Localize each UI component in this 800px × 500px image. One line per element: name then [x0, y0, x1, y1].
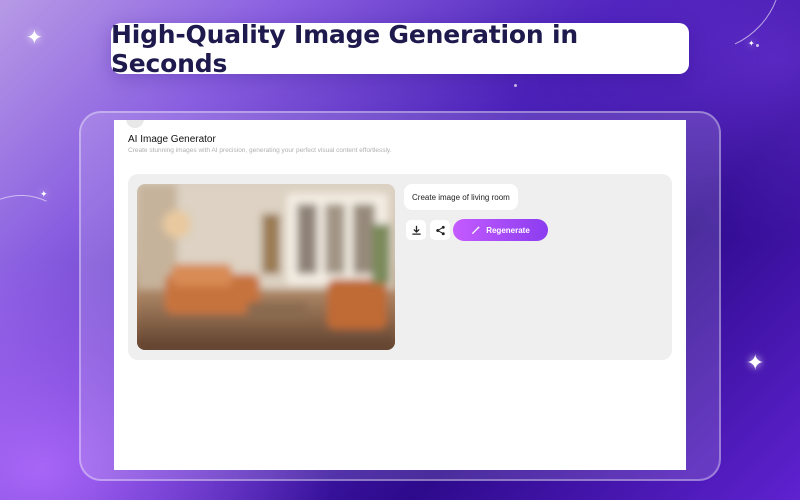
decorative-dot	[756, 44, 759, 47]
sparkle-icon: ✦	[748, 39, 755, 48]
share-button[interactable]	[430, 220, 450, 240]
generation-result-card: Create image of living room Regenerate	[128, 174, 672, 360]
sparkle-icon: ✦	[746, 350, 765, 375]
sparkle-icon: ✦	[26, 27, 43, 49]
regenerate-button[interactable]: Regenerate	[453, 219, 548, 241]
page-title: AI Image Generator	[128, 134, 216, 145]
sparkle-icon: ✦	[40, 189, 48, 199]
download-icon	[411, 225, 421, 235]
share-icon	[435, 225, 445, 235]
headline-text: High-Quality Image Generation in Seconds	[111, 19, 578, 78]
decorative-dot	[514, 84, 517, 87]
generated-image[interactable]	[137, 184, 395, 350]
prompt-bubble: Create image of living room	[404, 184, 518, 210]
page-subtitle: Create stunning images with AI precision…	[128, 147, 392, 154]
download-button[interactable]	[406, 220, 426, 240]
app-window: AI Image Generator Create stunning image…	[114, 120, 686, 470]
avatar	[126, 120, 144, 128]
headline-banner: High-Quality Image Generation in Seconds	[111, 20, 689, 78]
living-room-image	[137, 184, 395, 350]
magic-wand-icon	[472, 225, 481, 234]
regenerate-label: Regenerate	[486, 225, 530, 235]
